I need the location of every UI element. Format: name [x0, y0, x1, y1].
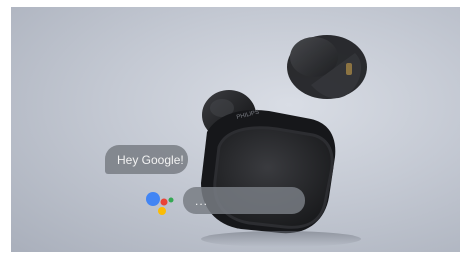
google-assistant-icon	[146, 192, 174, 215]
assistant-dot-yellow	[158, 207, 166, 215]
voice-prompt-text: Hey Google!	[117, 152, 184, 167]
assistant-reply-text: ...	[195, 193, 209, 208]
product-image: PHILIPS Hey Google! ...	[11, 7, 460, 252]
rear-earbud	[287, 35, 367, 99]
front-earbud-body: PHILIPS	[201, 110, 336, 234]
floor-shadow	[201, 231, 361, 247]
assistant-dot-green	[168, 197, 174, 203]
voice-prompt-bubble: Hey Google!	[105, 145, 188, 174]
assistant-dot-red	[160, 198, 168, 206]
earbuds-illustration: PHILIPS	[201, 35, 367, 247]
assistant-dot-blue	[146, 192, 160, 206]
assistant-reply-bubble: ...	[183, 187, 305, 214]
